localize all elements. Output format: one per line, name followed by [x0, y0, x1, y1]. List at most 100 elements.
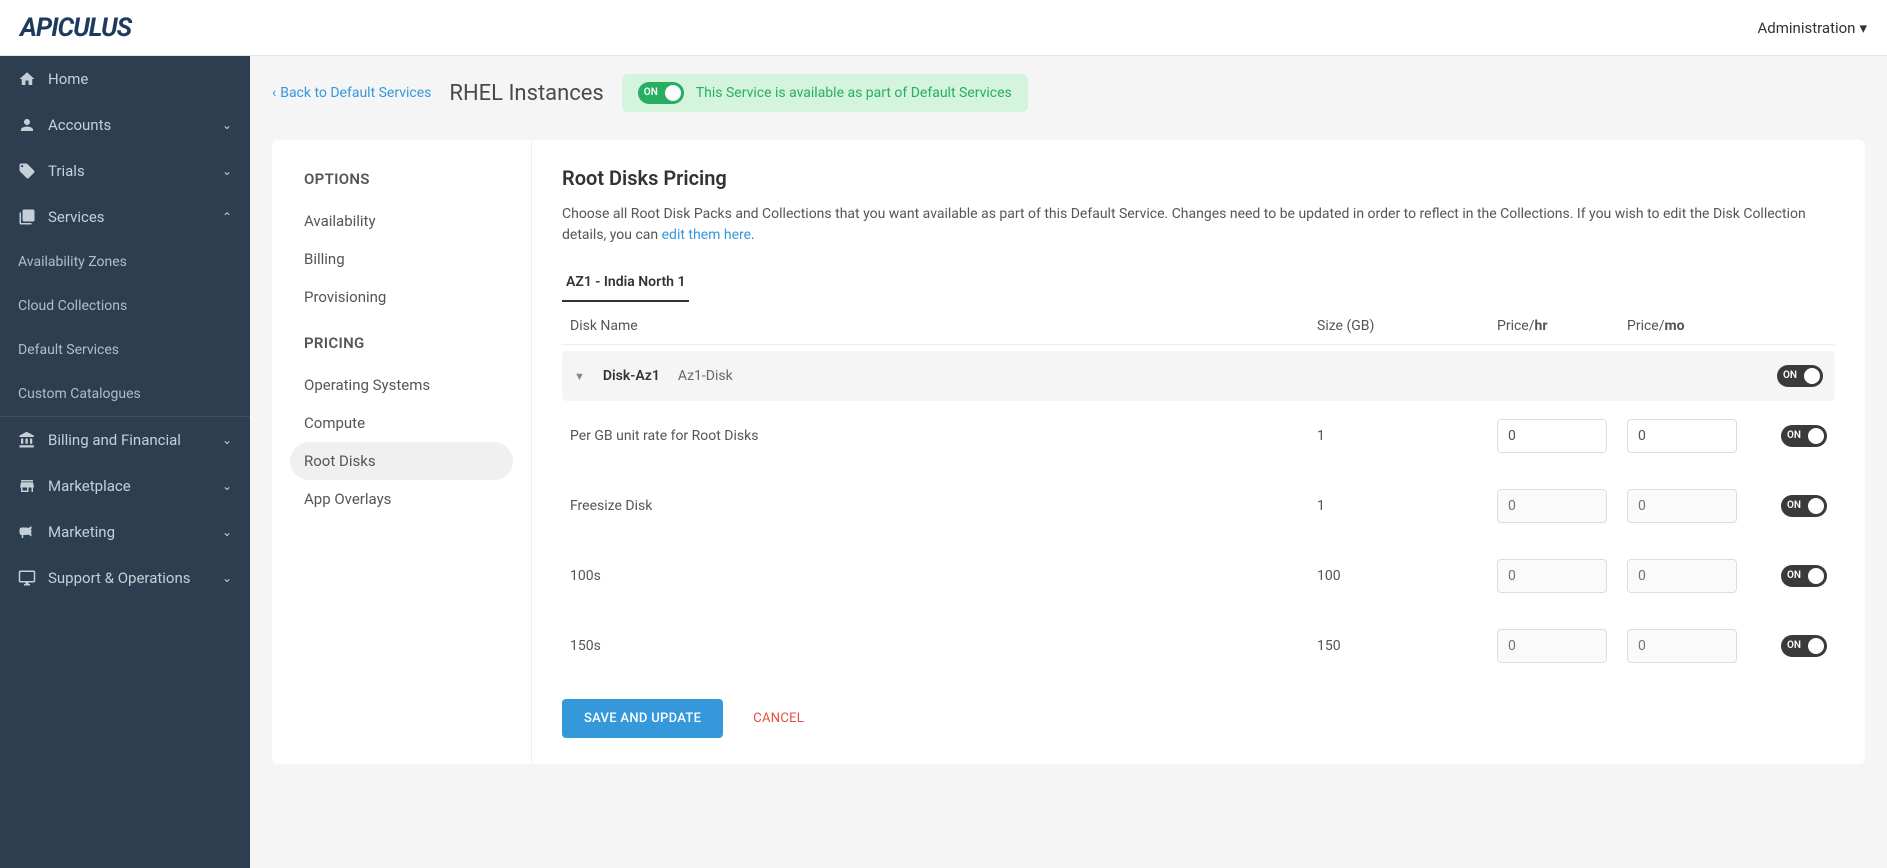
detail-panel: Root Disks Pricing Choose all Root Disk … — [532, 140, 1865, 764]
label: Support & Operations — [48, 569, 191, 587]
sidebar-item-default-services[interactable]: Default Services — [0, 328, 250, 372]
header: APICULUS Administration ▾ — [0, 0, 1887, 56]
col-price-mo: Price/mo — [1627, 318, 1757, 334]
label: Availability Zones — [18, 254, 127, 270]
sidebar-item-marketplace[interactable]: Marketplace ⌄ — [0, 463, 250, 509]
pricing-header: PRICING — [272, 334, 531, 352]
row-toggle[interactable]: ON — [1781, 425, 1827, 447]
edit-here-link[interactable]: edit them here — [662, 227, 751, 243]
col-disk-name: Disk Name — [570, 318, 1317, 334]
col-toggle — [1757, 318, 1827, 334]
label: Services — [48, 208, 105, 226]
toggle-on-label: ON — [1787, 640, 1801, 651]
label: Accounts — [48, 116, 111, 134]
service-toggle[interactable]: ON — [638, 82, 684, 104]
opt-operating-systems[interactable]: Operating Systems — [272, 366, 531, 404]
row-name: 150s — [570, 638, 1317, 654]
disk-row: Freesize Disk1ON — [562, 471, 1835, 541]
chevron-down-icon: ⌄ — [222, 571, 232, 585]
layers-icon — [18, 208, 36, 226]
price-hr-input — [1497, 489, 1607, 523]
chevron-up-icon: ⌃ — [222, 210, 232, 224]
price-hr-input — [1497, 629, 1607, 663]
actions: SAVE AND UPDATE CANCEL — [562, 699, 1835, 738]
sidebar-item-accounts[interactable]: Accounts ⌄ — [0, 102, 250, 148]
save-button[interactable]: SAVE AND UPDATE — [562, 699, 723, 738]
opt-compute[interactable]: Compute — [272, 404, 531, 442]
cancel-button[interactable]: CANCEL — [753, 711, 804, 726]
toggle-on-label: ON — [1787, 430, 1801, 441]
opt-provisioning[interactable]: Provisioning — [272, 278, 531, 316]
row-name: Per GB unit rate for Root Disks — [570, 428, 1317, 444]
main: ‹ Back to Default Services RHEL Instance… — [250, 56, 1887, 868]
collapse-icon[interactable]: ▼ — [574, 370, 585, 383]
sidebar-item-billing-financial[interactable]: Billing and Financial ⌄ — [0, 417, 250, 463]
options-panel: OPTIONS Availability Billing Provisionin… — [272, 140, 532, 764]
sidebar-item-custom-catalogues[interactable]: Custom Catalogues — [0, 372, 250, 416]
chevron-down-icon: ⌄ — [222, 479, 232, 493]
chevron-left-icon: ‹ — [272, 85, 276, 101]
sidebar-item-services[interactable]: Services ⌃ — [0, 194, 250, 240]
toggle-knob — [1804, 368, 1820, 384]
bank-icon — [18, 431, 36, 449]
row-name: 100s — [570, 568, 1317, 584]
col-price-hr: Price/hr — [1497, 318, 1627, 334]
price-hr-input[interactable] — [1497, 419, 1607, 453]
logo: APICULUS — [20, 13, 131, 43]
megaphone-icon — [18, 523, 36, 541]
row-size: 100 — [1317, 568, 1497, 584]
tab-az1[interactable]: AZ1 - India North 1 — [562, 264, 689, 302]
group-name: Disk-Az1 — [603, 368, 660, 384]
options-header: OPTIONS — [272, 170, 531, 188]
label: Marketplace — [48, 477, 131, 495]
sidebar-item-trials[interactable]: Trials ⌄ — [0, 148, 250, 194]
row-toggle[interactable]: ON — [1781, 495, 1827, 517]
disk-group-row[interactable]: ▼ Disk-Az1 Az1-Disk ON — [562, 351, 1835, 401]
opt-app-overlays[interactable]: App Overlays — [272, 480, 531, 518]
monitor-icon — [18, 569, 36, 587]
label: Billing and Financial — [48, 431, 181, 449]
toggle-on-label: ON — [1787, 570, 1801, 581]
toggle-on-label: ON — [1783, 370, 1797, 381]
topbar: ‹ Back to Default Services RHEL Instance… — [250, 56, 1887, 130]
table-head: Disk Name Size (GB) Price/hr Price/mo — [562, 308, 1835, 345]
row-toggle[interactable]: ON — [1781, 565, 1827, 587]
chevron-down-icon: ⌄ — [222, 433, 232, 447]
detail-description: Choose all Root Disk Packs and Collectio… — [562, 204, 1835, 246]
toggle-knob — [1808, 638, 1824, 654]
label: Trials — [48, 162, 85, 180]
sidebar-item-support-operations[interactable]: Support & Operations ⌄ — [0, 555, 250, 601]
group-toggle[interactable]: ON — [1777, 365, 1823, 387]
toggle-knob — [1808, 568, 1824, 584]
content-card: OPTIONS Availability Billing Provisionin… — [272, 140, 1865, 764]
opt-root-disks[interactable]: Root Disks — [290, 442, 513, 480]
sidebar-item-availability-zones[interactable]: Availability Zones — [0, 240, 250, 284]
row-size: 1 — [1317, 498, 1497, 514]
label: Custom Catalogues — [18, 386, 141, 402]
label: Marketing — [48, 523, 115, 541]
store-icon — [18, 477, 36, 495]
opt-availability[interactable]: Availability — [272, 202, 531, 240]
toggle-on-label: ON — [1787, 500, 1801, 511]
sidebar-item-marketing[interactable]: Marketing ⌄ — [0, 509, 250, 555]
col-size: Size (GB) — [1317, 318, 1497, 334]
row-size: 150 — [1317, 638, 1497, 654]
admin-label: Administration — [1758, 19, 1856, 37]
detail-heading: Root Disks Pricing — [562, 166, 1835, 190]
disk-row: Per GB unit rate for Root Disks1ON — [562, 401, 1835, 471]
admin-dropdown[interactable]: Administration ▾ — [1758, 19, 1868, 37]
label: Cloud Collections — [18, 298, 127, 314]
price-hr-input — [1497, 559, 1607, 593]
back-link[interactable]: ‹ Back to Default Services — [272, 85, 431, 101]
label: Default Services — [18, 342, 119, 358]
row-toggle[interactable]: ON — [1781, 635, 1827, 657]
sidebar-item-home[interactable]: Home — [0, 56, 250, 102]
price-mo-input[interactable] — [1627, 419, 1737, 453]
disk-row: 150s150 ON — [562, 611, 1835, 681]
toggle-knob — [665, 85, 681, 101]
page-title: RHEL Instances — [449, 81, 603, 106]
opt-billing[interactable]: Billing — [272, 240, 531, 278]
home-icon — [18, 70, 36, 88]
sidebar-item-cloud-collections[interactable]: Cloud Collections — [0, 284, 250, 328]
status-pill: ON This Service is available as part of … — [622, 74, 1028, 112]
